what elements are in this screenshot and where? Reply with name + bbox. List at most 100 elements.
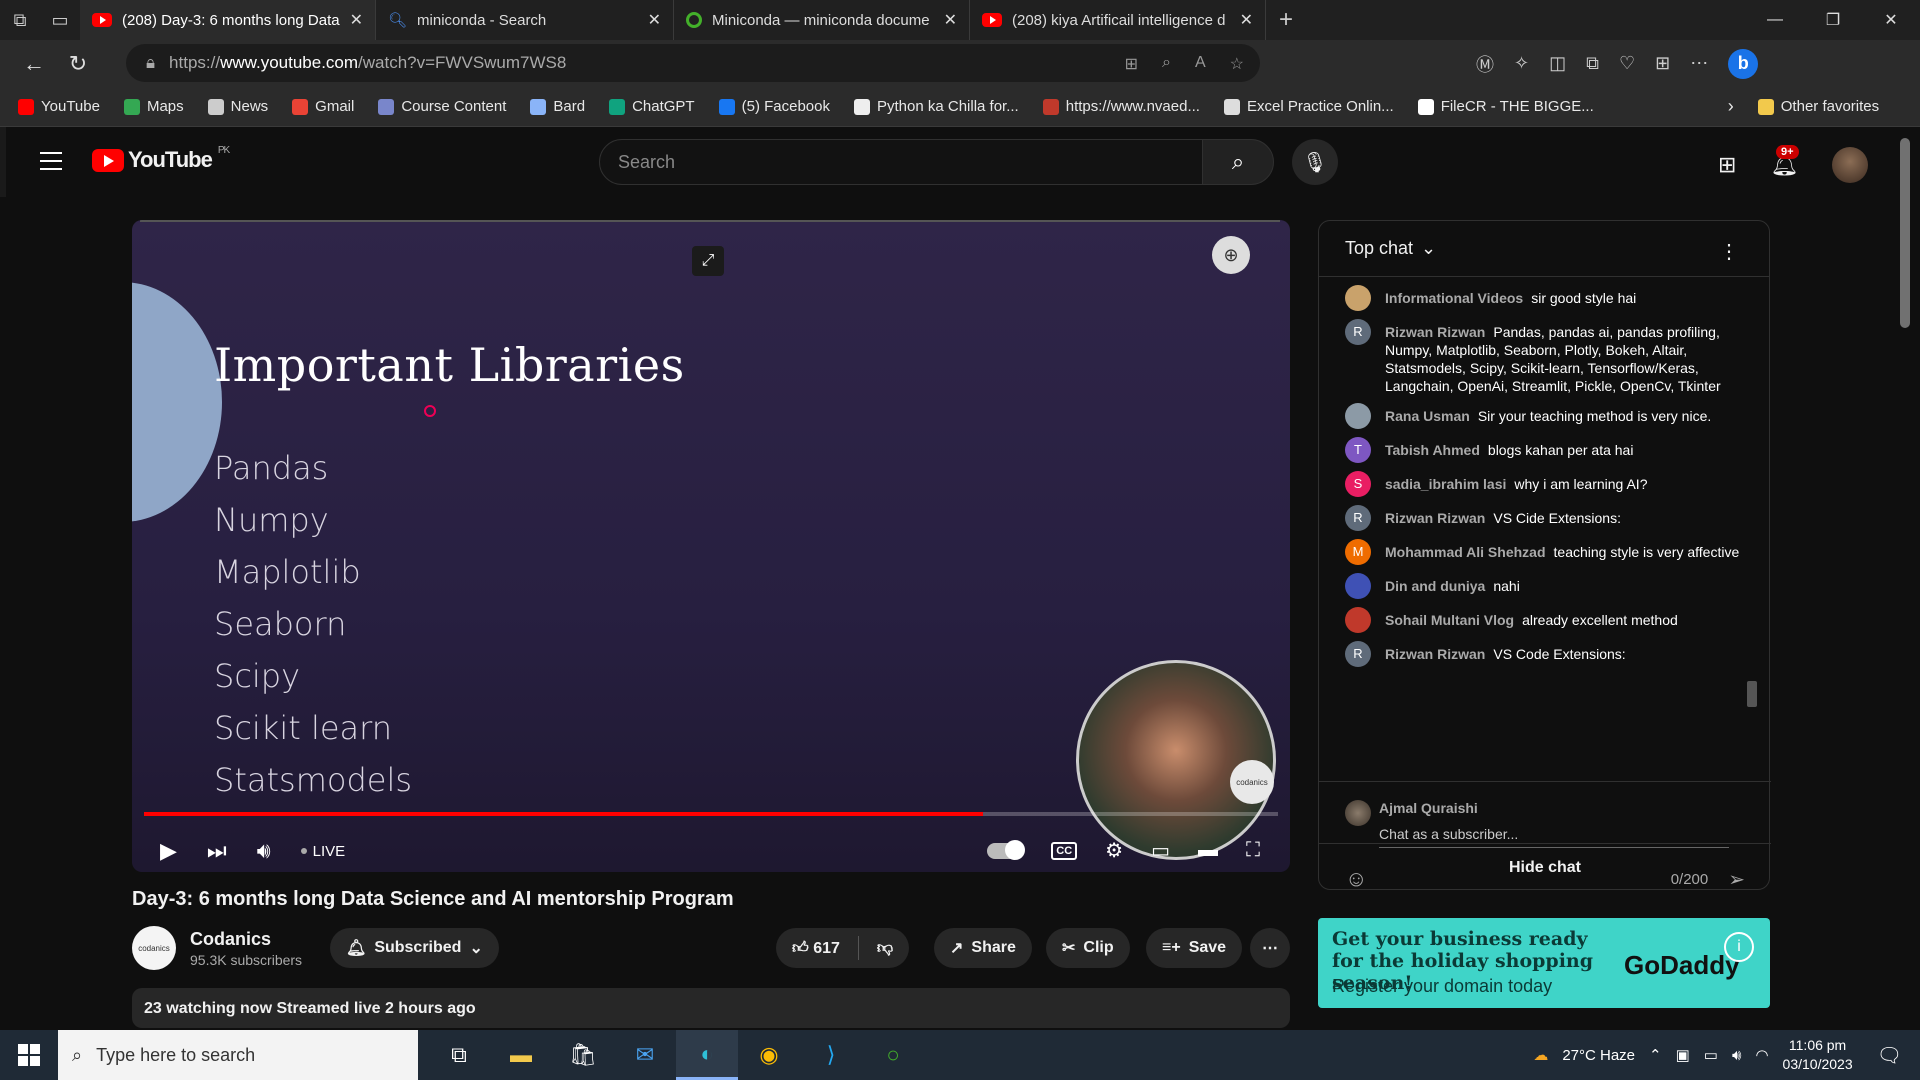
chat-message[interactable]: Rana Usman Sir your teaching method is ve…: [1319, 403, 1771, 429]
tab-miniconda-search[interactable]: 🔍︎ miniconda - Search ✕: [376, 0, 674, 40]
tab-youtube-day3[interactable]: (208) Day-3: 6 months long Data ✕: [80, 0, 376, 40]
video-player[interactable]: ⤢ ⊕ Important Libraries Pandas Numpy Map…: [132, 220, 1290, 872]
chat-message[interactable]: R Rizwan Rizwan VS Cide Extensions:: [1319, 505, 1771, 531]
captions-icon[interactable]: CC: [1051, 841, 1078, 860]
page-scrollbar[interactable]: [1900, 138, 1910, 328]
menu-icon[interactable]: [40, 152, 62, 176]
avatar[interactable]: T: [1345, 437, 1371, 463]
avatar[interactable]: [1345, 573, 1371, 599]
split-screen-icon[interactable]: ◫: [1549, 53, 1566, 74]
workspaces-icon[interactable]: ⧉: [0, 0, 40, 40]
avatar[interactable]: R: [1345, 505, 1371, 531]
chat-message[interactable]: R Rizwan Rizwan Pandas, pandas ai, pandas …: [1319, 319, 1771, 395]
bookmark-bard[interactable]: Bard: [530, 98, 585, 115]
avatar[interactable]: [1832, 147, 1869, 183]
avatar[interactable]: [1345, 607, 1371, 633]
live-indicator[interactable]: LIVE: [300, 843, 345, 860]
chat-message[interactable]: Ssadia_ibrahim lasi why i am learning AI?: [1319, 471, 1771, 497]
url-bar[interactable]: 🔒︎ https://www.youtube.com/watch?v=FWVSw…: [126, 44, 1260, 82]
chat-author[interactable]: Mohammad Ali Shehzad: [1385, 544, 1546, 560]
chat-author[interactable]: Rizwan Rizwan: [1385, 510, 1485, 526]
description-box[interactable]: 23 watching now Streamed live 2 hours ag…: [132, 988, 1290, 1028]
chevron-up-icon[interactable]: ⌃: [1649, 1046, 1662, 1064]
taskbar-search-input[interactable]: ⌕ Type here to search: [58, 1030, 418, 1080]
hide-chat-button[interactable]: Hide chat: [1319, 843, 1771, 891]
close-tab-icon[interactable]: ✕: [1240, 10, 1253, 30]
chat-author[interactable]: Rizwan Rizwan: [1385, 646, 1485, 662]
app-available-icon[interactable]: ⊞: [1125, 54, 1138, 74]
avatar[interactable]: R: [1345, 319, 1371, 345]
bookmark-nvaed[interactable]: https://www.nvaed...: [1042, 98, 1200, 115]
share-button[interactable]: ↗ Share: [934, 928, 1032, 968]
zoom-icon[interactable]: ⌕: [1162, 54, 1171, 74]
anaconda-icon[interactable]: ○: [862, 1030, 924, 1080]
chat-author[interactable]: Rizwan Rizwan: [1385, 324, 1485, 340]
like-button[interactable]: 👍︎ 617: [792, 939, 840, 958]
chat-author[interactable]: Sohail Multani Vlog: [1385, 612, 1514, 628]
add-context-icon[interactable]: ⊕: [1212, 236, 1250, 274]
bookmark-excel-practice[interactable]: Excel Practice Onlin...: [1223, 98, 1394, 115]
bookmark-course-content[interactable]: Course Content: [378, 98, 506, 115]
extension-m-icon[interactable]: Ⓜ: [1476, 51, 1494, 77]
chat-filter-dropdown[interactable]: Top chat ⌄: [1319, 221, 1769, 277]
chat-author[interactable]: sadia_ibrahim lasi: [1385, 476, 1506, 492]
bookmark-python-chilla[interactable]: Python ka Chilla for...: [853, 98, 1019, 115]
weather-text[interactable]: 27°C Haze: [1562, 1047, 1635, 1064]
search-input[interactable]: Search: [599, 139, 1203, 185]
dislike-button[interactable]: 👎︎: [877, 939, 893, 958]
clip-button[interactable]: ✂ Clip: [1046, 928, 1130, 968]
weather-icon[interactable]: ☁: [1533, 1046, 1548, 1064]
bookmark-gmail[interactable]: Gmail: [292, 98, 354, 115]
back-icon[interactable]: ←: [12, 44, 56, 84]
close-tab-icon[interactable]: ✕: [648, 10, 661, 30]
subscribed-button[interactable]: 🔔︎ Subscribed ⌄: [330, 928, 499, 968]
close-tab-icon[interactable]: ✕: [944, 10, 957, 30]
bing-copilot-icon[interactable]: b: [1728, 48, 1759, 79]
avatar[interactable]: [1345, 285, 1371, 311]
chat-messages[interactable]: Informational Videos sir good style hai R R…: [1319, 277, 1771, 767]
chat-menu-icon[interactable]: ⋮: [1719, 239, 1739, 264]
tab-youtube-ai[interactable]: (208) kiya Artificail intelligence d ✕: [970, 0, 1266, 40]
autoplay-toggle[interactable]: [987, 839, 1026, 860]
info-icon[interactable]: i: [1724, 932, 1754, 962]
bookmark-other-favorites[interactable]: Other favorites: [1757, 98, 1879, 115]
chat-message[interactable]: T Tabish Ahmed blogs kahan per ata hai: [1319, 437, 1771, 463]
notifications-icon[interactable]: 🗨︎: [1877, 1043, 1902, 1068]
chat-scrollbar[interactable]: [1747, 681, 1757, 707]
edge-icon[interactable]: ◐: [676, 1030, 738, 1080]
collections-icon[interactable]: ⧉: [1586, 53, 1599, 74]
task-view-icon[interactable]: ⧉: [428, 1030, 490, 1080]
meet-now-icon[interactable]: ▣: [1676, 1046, 1690, 1064]
avatar[interactable]: R: [1345, 641, 1371, 667]
wifi-icon[interactable]: ◠: [1755, 1046, 1768, 1064]
volume-icon[interactable]: 🔊︎: [1732, 1047, 1741, 1064]
bookmark-news[interactable]: News: [207, 98, 268, 115]
create-video-icon[interactable]: ⊞: [1718, 152, 1736, 178]
save-button[interactable]: ≡+ Save: [1146, 928, 1243, 968]
theater-mode-icon[interactable]: ▬: [1198, 839, 1218, 862]
more-options-icon[interactable]: ⋯: [1690, 53, 1708, 74]
avatar[interactable]: [1345, 403, 1371, 429]
extensions-icon[interactable]: ✧: [1514, 53, 1529, 74]
avatar[interactable]: S: [1345, 471, 1371, 497]
settings-gear-icon[interactable]: ⚙: [1105, 838, 1123, 863]
search-button[interactable]: ⌕: [1202, 139, 1274, 185]
play-icon[interactable]: ▶: [160, 838, 177, 864]
favorite-star-icon[interactable]: ☆: [1230, 54, 1244, 74]
store-icon[interactable]: 🛍︎: [552, 1030, 614, 1080]
chat-message[interactable]: R Rizwan Rizwan VS Code Extensions:: [1319, 641, 1771, 667]
read-aloud-icon[interactable]: A: [1195, 54, 1206, 74]
channel-name[interactable]: Codanics: [190, 929, 302, 950]
start-button[interactable]: [0, 1030, 58, 1080]
bookmark-facebook[interactable]: (5) Facebook: [718, 98, 830, 115]
chrome-icon[interactable]: ◉: [738, 1030, 800, 1080]
file-explorer-icon[interactable]: ▬: [490, 1030, 552, 1080]
avatar[interactable]: M: [1345, 539, 1371, 565]
system-clock[interactable]: 11:06 pm 03/10/2023: [1783, 1036, 1853, 1074]
bookmark-maps[interactable]: Maps: [123, 98, 184, 115]
tab-actions-icon[interactable]: ▭: [40, 0, 80, 40]
chevron-right-icon[interactable]: ›: [1728, 96, 1734, 117]
restore-icon[interactable]: ❐: [1804, 0, 1862, 40]
performance-icon[interactable]: ♡: [1619, 53, 1635, 74]
chat-message[interactable]: Informational Videos sir good style hai: [1319, 285, 1771, 311]
